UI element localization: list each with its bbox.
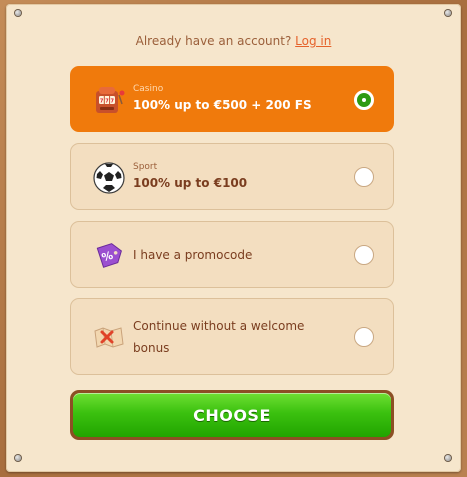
option-title-line2: bonus [133,341,170,355]
percent-tag-icon: % [96,243,122,268]
slot-machine-icon: 7 7 7 [96,87,125,113]
screw-icon [445,455,451,461]
choose-button-frame: CHOOSE [70,390,394,440]
radio-selected[interactable] [354,90,374,110]
radio-unselected[interactable] [354,167,374,187]
radio-unselected[interactable] [354,327,374,347]
option-title-line1: Continue without a welcome [133,319,305,333]
screw-icon [15,455,21,461]
option-category: Sport [133,162,158,172]
screw-icon [445,10,451,16]
option-title: 100% up to €100 [133,176,248,190]
radio-unselected[interactable] [354,245,374,265]
svg-text:7: 7 [111,99,115,105]
svg-text:7: 7 [100,99,104,105]
option-sport[interactable]: Sport 100% up to €100 [70,143,394,210]
login-link[interactable]: Log in [295,34,331,48]
option-title: 100% up to €500 + 200 FS [133,98,312,112]
login-prompt-text: Already have an account? [135,34,292,48]
screw-icon [15,10,21,16]
crossed-map-icon [94,327,124,348]
option-no-bonus[interactable]: Continue without a welcome bonus [70,298,394,375]
choose-button[interactable]: CHOOSE [73,393,391,437]
soccer-ball-icon [93,162,125,194]
option-promocode[interactable]: % I have a promocode [70,221,394,288]
option-casino[interactable]: 7 7 7 Casino 100% up to €500 + 200 FS [70,66,394,132]
svg-text:7: 7 [105,99,109,105]
login-prompt: Already have an account? Log in [0,34,467,48]
option-title: I have a promocode [133,248,253,262]
option-category: Casino [133,84,164,94]
